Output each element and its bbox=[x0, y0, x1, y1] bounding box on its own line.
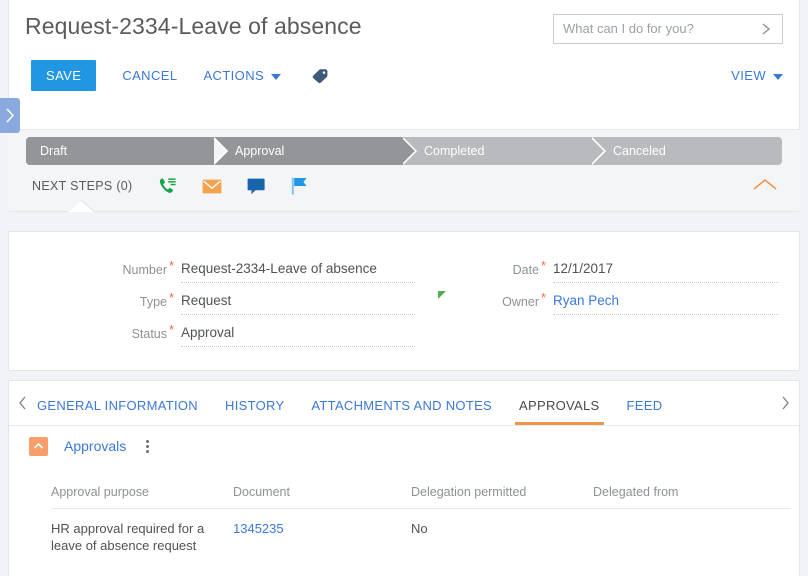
field-type: Type * Request bbox=[75, 290, 415, 315]
search-input[interactable] bbox=[563, 15, 748, 43]
field-status: Status * Approval bbox=[75, 322, 415, 347]
stage-canceled[interactable]: Canceled bbox=[592, 137, 782, 165]
stage-notch-icon bbox=[403, 137, 417, 165]
stage-draft[interactable]: Draft bbox=[26, 137, 215, 165]
field-label: Status * bbox=[75, 322, 174, 341]
chevron-down-icon bbox=[773, 73, 783, 80]
tab-history[interactable]: HISTORY bbox=[225, 398, 284, 425]
field-value: Request-2334-Leave of absence bbox=[181, 261, 377, 276]
actions-menu-button[interactable]: ACTIONS bbox=[203, 68, 282, 83]
chevron-up-icon[interactable] bbox=[29, 436, 48, 456]
approvals-section-title[interactable]: Approvals bbox=[64, 438, 126, 454]
required-marker: * bbox=[540, 258, 546, 273]
tabs-card: GENERAL INFORMATION HISTORY ATTACHMENTS … bbox=[8, 380, 800, 576]
chat-bubble-icon[interactable] bbox=[247, 178, 266, 195]
table-header-row: Approval purpose Document Delegation per… bbox=[51, 485, 791, 509]
field-value: Approval bbox=[181, 325, 235, 340]
required-marker: * bbox=[168, 258, 174, 273]
approvals-section-header: Approvals bbox=[9, 426, 799, 466]
stage-completed[interactable]: Completed bbox=[403, 137, 593, 165]
field-label-text: Number bbox=[122, 263, 167, 277]
stage-label: Approval bbox=[235, 144, 285, 158]
field-label: Date * bbox=[447, 258, 546, 277]
column-header-delegated-from[interactable]: Delegated from bbox=[593, 485, 791, 509]
field-number: Number * Request-2334-Leave of absence bbox=[75, 258, 415, 283]
cell-delegation-permitted: No bbox=[411, 521, 428, 536]
field-label-text: Owner bbox=[502, 295, 539, 309]
header-card: Request-2334-Leave of absence SAVE CANCE… bbox=[8, 0, 800, 212]
kebab-dot bbox=[146, 444, 150, 448]
chevron-up-icon[interactable] bbox=[752, 178, 778, 196]
kebab-menu-icon[interactable] bbox=[142, 438, 153, 455]
cancel-button[interactable]: CANCEL bbox=[122, 68, 177, 83]
approvals-table: Approval purpose Document Delegation per… bbox=[51, 485, 791, 565]
field-label-text: Status bbox=[131, 327, 167, 341]
field-value: Request bbox=[181, 293, 232, 308]
chevron-down-icon bbox=[271, 73, 282, 80]
page-title: Request-2334-Leave of absence bbox=[25, 13, 362, 39]
view-menu-button[interactable]: VIEW bbox=[731, 68, 783, 83]
stage-approval[interactable]: Approval bbox=[214, 137, 404, 165]
tab-attachments-and-notes[interactable]: ATTACHMENTS AND NOTES bbox=[311, 398, 492, 425]
tab-approvals[interactable]: APPROVALS bbox=[515, 398, 604, 425]
search-box[interactable] bbox=[553, 14, 783, 44]
kebab-dot bbox=[146, 439, 150, 443]
flag-icon[interactable] bbox=[291, 177, 308, 195]
field-value-wrap[interactable]: Approval bbox=[181, 324, 415, 347]
tabs-row: GENERAL INFORMATION HISTORY ATTACHMENTS … bbox=[9, 381, 799, 426]
actions-menu-label: ACTIONS bbox=[203, 68, 265, 83]
field-value-wrap[interactable]: 12/1/2017 bbox=[553, 260, 779, 283]
field-label: Type * bbox=[75, 290, 174, 309]
required-marker: * bbox=[168, 322, 174, 337]
document-link[interactable]: 1345235 bbox=[233, 521, 284, 536]
table-row[interactable]: HR approval required for a leave of abse… bbox=[51, 509, 791, 566]
chevron-left-icon[interactable] bbox=[9, 395, 37, 411]
save-button[interactable]: SAVE bbox=[31, 60, 97, 91]
tab-feed[interactable]: FEED bbox=[627, 398, 663, 425]
cell-document: 1345235 bbox=[233, 509, 411, 566]
cell-approval-purpose: HR approval required for a leave of abse… bbox=[51, 521, 205, 553]
field-label: Owner * bbox=[438, 290, 546, 309]
process-stage-region: Draft Approval Completed Canceled NEXT S… bbox=[8, 129, 800, 212]
tabs-strip: GENERAL INFORMATION HISTORY ATTACHMENTS … bbox=[37, 381, 771, 425]
chevron-right-icon[interactable] bbox=[758, 20, 774, 38]
cell-delegated-from bbox=[593, 509, 791, 566]
field-label-text: Type bbox=[139, 295, 167, 309]
column-header-approval-purpose[interactable]: Approval purpose bbox=[51, 485, 233, 509]
tab-general-information[interactable]: GENERAL INFORMATION bbox=[37, 398, 198, 425]
stage-notch-icon bbox=[214, 137, 228, 165]
field-label: Number * bbox=[75, 258, 174, 277]
chevron-right-icon bbox=[6, 108, 15, 123]
left-panel-expand-handle[interactable] bbox=[0, 98, 20, 133]
field-date: Date * 12/1/2017 bbox=[447, 258, 779, 283]
next-steps-label[interactable]: NEXT STEPS (0) bbox=[32, 179, 133, 193]
toolbar: SAVE CANCEL ACTIONS bbox=[31, 60, 329, 91]
kebab-dot bbox=[146, 449, 150, 453]
field-value: 12/1/2017 bbox=[553, 261, 614, 276]
stage-label: Draft bbox=[40, 144, 68, 158]
required-marker: * bbox=[168, 290, 174, 305]
stage-notch-icon bbox=[592, 137, 606, 165]
field-label-text: Date bbox=[512, 263, 539, 277]
field-value-wrap[interactable]: Request bbox=[181, 292, 415, 315]
phone-call-icon[interactable] bbox=[158, 177, 177, 195]
tag-icon[interactable] bbox=[311, 68, 329, 84]
process-stage-bar: Draft Approval Completed Canceled bbox=[26, 137, 782, 165]
column-header-delegation-permitted[interactable]: Delegation permitted bbox=[411, 485, 593, 509]
field-value-link[interactable]: Ryan Pech bbox=[553, 293, 619, 308]
column-header-document[interactable]: Document bbox=[233, 485, 411, 509]
next-steps-row: NEXT STEPS (0) bbox=[32, 174, 308, 198]
green-corner-marker-icon bbox=[438, 291, 446, 299]
email-envelope-icon[interactable] bbox=[202, 179, 222, 194]
form-card: Number * Request-2334-Leave of absence T… bbox=[8, 231, 800, 371]
field-value-wrap[interactable]: Request-2334-Leave of absence bbox=[181, 260, 415, 283]
stage-label: Completed bbox=[424, 144, 485, 158]
chevron-right-icon[interactable] bbox=[771, 395, 799, 411]
field-value-wrap[interactable]: Ryan Pech bbox=[553, 292, 779, 315]
view-menu-label: VIEW bbox=[731, 68, 766, 83]
stage-label: Canceled bbox=[613, 144, 666, 158]
next-steps-pointer bbox=[68, 201, 94, 212]
required-marker: * bbox=[540, 290, 546, 305]
field-owner: Owner * Ryan Pech bbox=[438, 290, 779, 315]
